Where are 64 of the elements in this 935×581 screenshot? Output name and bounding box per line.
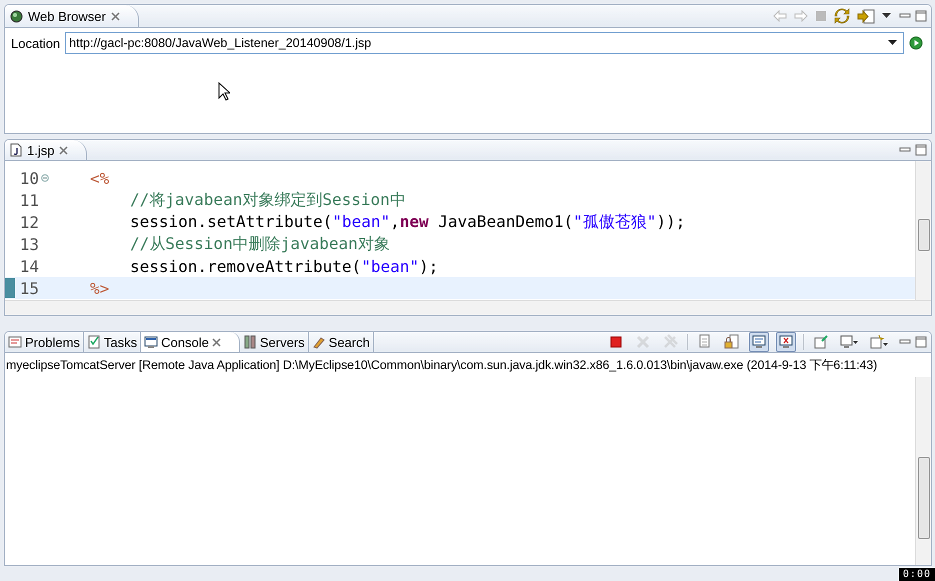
code-line: %>	[90, 278, 110, 298]
close-icon[interactable]	[59, 146, 68, 154]
close-icon[interactable]	[212, 338, 221, 346]
monitor-toggle-button[interactable]	[749, 332, 769, 352]
view-tab[interactable]: Console	[141, 332, 240, 352]
line-number: 11	[18, 190, 39, 210]
tab-label: Web Browser	[28, 8, 106, 24]
tab-label: Tasks	[104, 334, 138, 350]
remove-all-icon	[662, 334, 678, 350]
line-number: 12	[18, 212, 39, 232]
lock-icon	[724, 334, 740, 350]
view-tab[interactable]: Search	[308, 332, 374, 352]
monitor-error-toggle-icon	[778, 334, 794, 350]
maximize-icon[interactable]	[915, 336, 927, 348]
view-tab[interactable]: Problems	[5, 332, 84, 352]
mouse-cursor-icon	[218, 82, 230, 101]
checklist-icon	[86, 335, 101, 349]
arrow-page-icon[interactable]	[857, 8, 875, 24]
monitor-error-toggle-button[interactable]	[776, 332, 796, 352]
line-number: 13	[18, 234, 39, 254]
monitor-toggle-icon	[751, 334, 767, 350]
line-number: 10	[18, 168, 39, 188]
code-line: //从Session中删除javabean对象	[130, 234, 390, 254]
search-icon	[312, 335, 326, 349]
url-field[interactable]: http://gacl-pc:8080/JavaWeb_Listener_20140908/1.jsp	[65, 32, 904, 54]
go-icon[interactable]	[909, 36, 923, 50]
tab-label: 1.jsp	[27, 142, 54, 158]
maximize-icon[interactable]	[915, 10, 927, 22]
close-icon[interactable]	[110, 12, 120, 20]
vertical-scrollbar[interactable]	[915, 377, 931, 565]
code-line: //将javabean对象绑定到Session中	[130, 190, 406, 210]
tab-label: Search	[328, 334, 370, 350]
view-tab[interactable]: Tasks	[84, 332, 142, 352]
horizontal-scrollbar[interactable]	[5, 300, 931, 315]
tab-label: Console	[161, 334, 209, 350]
code-line: <%	[90, 168, 110, 188]
remove-icon	[635, 334, 651, 350]
line-number: 14	[18, 256, 39, 276]
maximize-icon[interactable]	[915, 144, 927, 156]
monitor-dropdown-icon	[840, 334, 859, 350]
fold-icon[interactable]	[41, 174, 49, 182]
line-number: 15	[18, 278, 39, 298]
view-tab[interactable]: Servers	[240, 332, 309, 352]
stop-icon	[608, 334, 624, 350]
console-header: myeclipseTomcatServer [Remote Java Application] D:\MyEclipse10\Common\binary\com.sun.java.jdk.win32.x86_1.6.0.013\bin\javaw.exe (2014-9-13 下午6:11:43)	[5, 357, 878, 374]
refresh-icon[interactable]	[834, 8, 850, 24]
new-window-dropdown-icon	[870, 334, 889, 350]
vertical-scrollbar[interactable]	[915, 161, 931, 300]
editor-tab[interactable]: 1.jsp	[5, 140, 88, 160]
list-icon	[8, 335, 22, 349]
file-icon	[10, 143, 22, 157]
dropdown-arrow-icon[interactable]	[882, 13, 891, 19]
monitor-icon	[144, 335, 158, 349]
location-label: Location	[11, 36, 60, 50]
browser-tab[interactable]: Web Browser	[5, 5, 139, 27]
timer-badge: 0:00	[898, 568, 935, 581]
server-icon	[242, 335, 257, 349]
code-line: session.removeAttribute("bean");	[130, 256, 438, 276]
globe-icon	[10, 10, 23, 22]
tab-label: Servers	[260, 334, 305, 350]
tab-label: Problems	[25, 334, 80, 350]
code-line: session.setAttribute("bean",new JavaBeanDemo1("孤傲苍狼"));	[130, 212, 686, 232]
pin-icon	[813, 334, 829, 350]
dropdown-arrow-icon[interactable]	[888, 40, 897, 46]
